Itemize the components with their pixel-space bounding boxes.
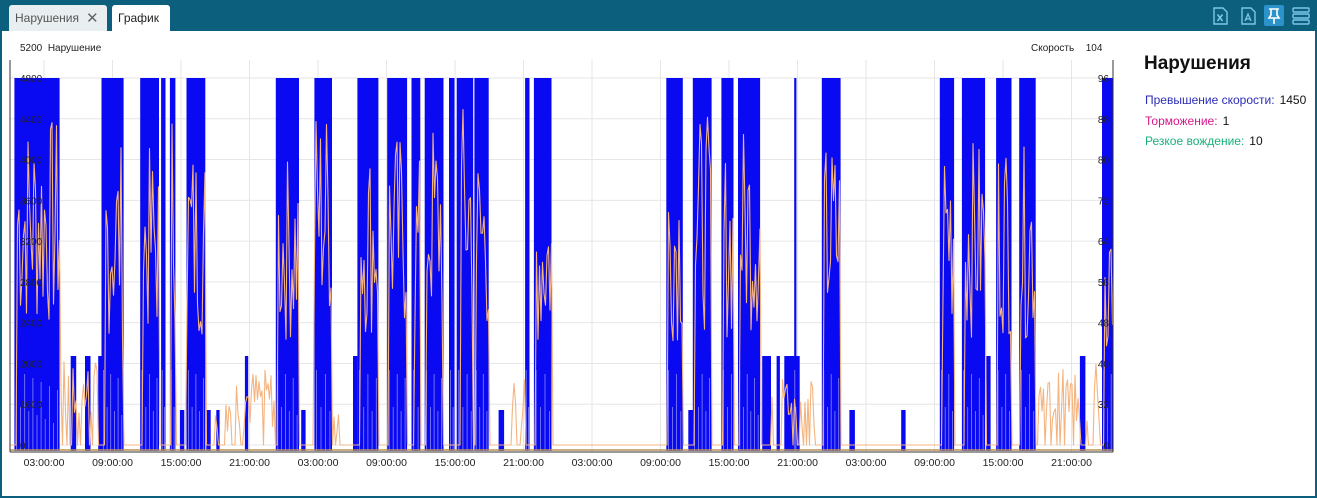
tab-violations[interactable]: Нарушения ✕	[9, 5, 107, 31]
y-right-tick-label: 40	[1098, 359, 1110, 370]
x-tick-label: 03:00:00	[572, 457, 613, 469]
y-left-tick-label: 3200	[20, 237, 43, 248]
top-bar: Нарушения ✕ График	[0, 0, 1317, 31]
y-right-tick-label: 72	[1098, 196, 1110, 207]
x-tick-label: 15:00:00	[983, 457, 1024, 469]
violation-bar	[449, 78, 455, 451]
y-left-tick-label: 4400	[20, 115, 43, 126]
legend-label-overspeed: Превышение скорости:	[1145, 93, 1275, 107]
legend-value-harsh-driving: 10	[1249, 134, 1263, 148]
x-tick-label: 21:00:00	[777, 457, 818, 469]
x-tick-label: 03:00:00	[298, 457, 339, 469]
x-tick-label: 03:00:00	[24, 457, 65, 469]
tab-chart-label: График	[118, 11, 159, 25]
y-right-tick-label: 56	[1098, 278, 1110, 289]
legend-value-overspeed: 1450	[1279, 93, 1307, 107]
y-left-tick-label: 0	[20, 441, 26, 452]
tab-violations-label: Нарушения	[15, 11, 80, 25]
legend-title: Нарушения	[1144, 53, 1251, 74]
pdf-export-icon[interactable]	[1238, 5, 1258, 26]
y-right-tick-label: 0	[1103, 441, 1109, 452]
legend-item-braking: Торможение: 1	[1145, 114, 1229, 128]
y-right-tick-label: 64	[1098, 237, 1110, 248]
x-tick-label: 03:00:00	[846, 457, 887, 469]
y-right-tick-label: 48	[1098, 319, 1110, 330]
x-tick-label: 09:00:00	[366, 457, 407, 469]
y-left-tick-label: 2400	[20, 319, 43, 330]
layout-icon[interactable]	[1291, 5, 1311, 26]
y-right-tick-label: 80	[1098, 156, 1110, 167]
x-tick-label: 15:00:00	[161, 457, 202, 469]
violation-bar	[353, 356, 358, 451]
violations-speed-chart: 0 1600 2000 2400 2800 3200 3600 4000 4400 4800 0 32…	[9, 60, 1114, 469]
legend-value-braking: 1	[1222, 114, 1230, 128]
x-tick-label: 21:00:00	[1051, 457, 1092, 469]
violation-bar	[525, 78, 530, 451]
x-tick-label: 21:00:00	[229, 457, 270, 469]
pin-icon[interactable]	[1264, 5, 1284, 26]
x-tick-label: 09:00:00	[914, 457, 955, 469]
violation-bar	[762, 356, 771, 451]
y-left-tick-label: 2000	[20, 359, 43, 370]
x-tick-label: 09:00:00	[92, 457, 133, 469]
y-right-tick-label: 96	[1098, 74, 1110, 85]
y-left-tick-label: 4000	[20, 156, 43, 167]
violation-bar	[776, 356, 780, 451]
y-left-tick-label: 4800	[20, 74, 43, 85]
y-left-tick-label: 2800	[20, 278, 43, 289]
legend-item-overspeed: Превышение скорости: 1450	[1145, 93, 1306, 107]
legend-label-harsh-driving: Резкое вождение:	[1145, 134, 1245, 148]
x-tick-label: 15:00:00	[709, 457, 750, 469]
y-left-tick-label: 1600	[20, 400, 43, 411]
tab-chart[interactable]: График	[112, 5, 170, 31]
y-left-tick-label: 3600	[20, 196, 43, 207]
close-icon[interactable]: ✕	[86, 11, 99, 26]
x-tick-label: 21:00:00	[503, 457, 544, 469]
violation-bar	[161, 78, 166, 451]
y-right-tick-label: 32	[1098, 400, 1110, 411]
excel-export-icon[interactable]	[1210, 5, 1230, 26]
legend-item-harsh-driving: Резкое вождение: 10	[1145, 134, 1263, 148]
legend-label-braking: Торможение:	[1145, 114, 1218, 128]
x-tick-label: 09:00:00	[640, 457, 681, 469]
y-right-tick-label: 88	[1098, 115, 1110, 126]
x-tick-label: 15:00:00	[435, 457, 476, 469]
